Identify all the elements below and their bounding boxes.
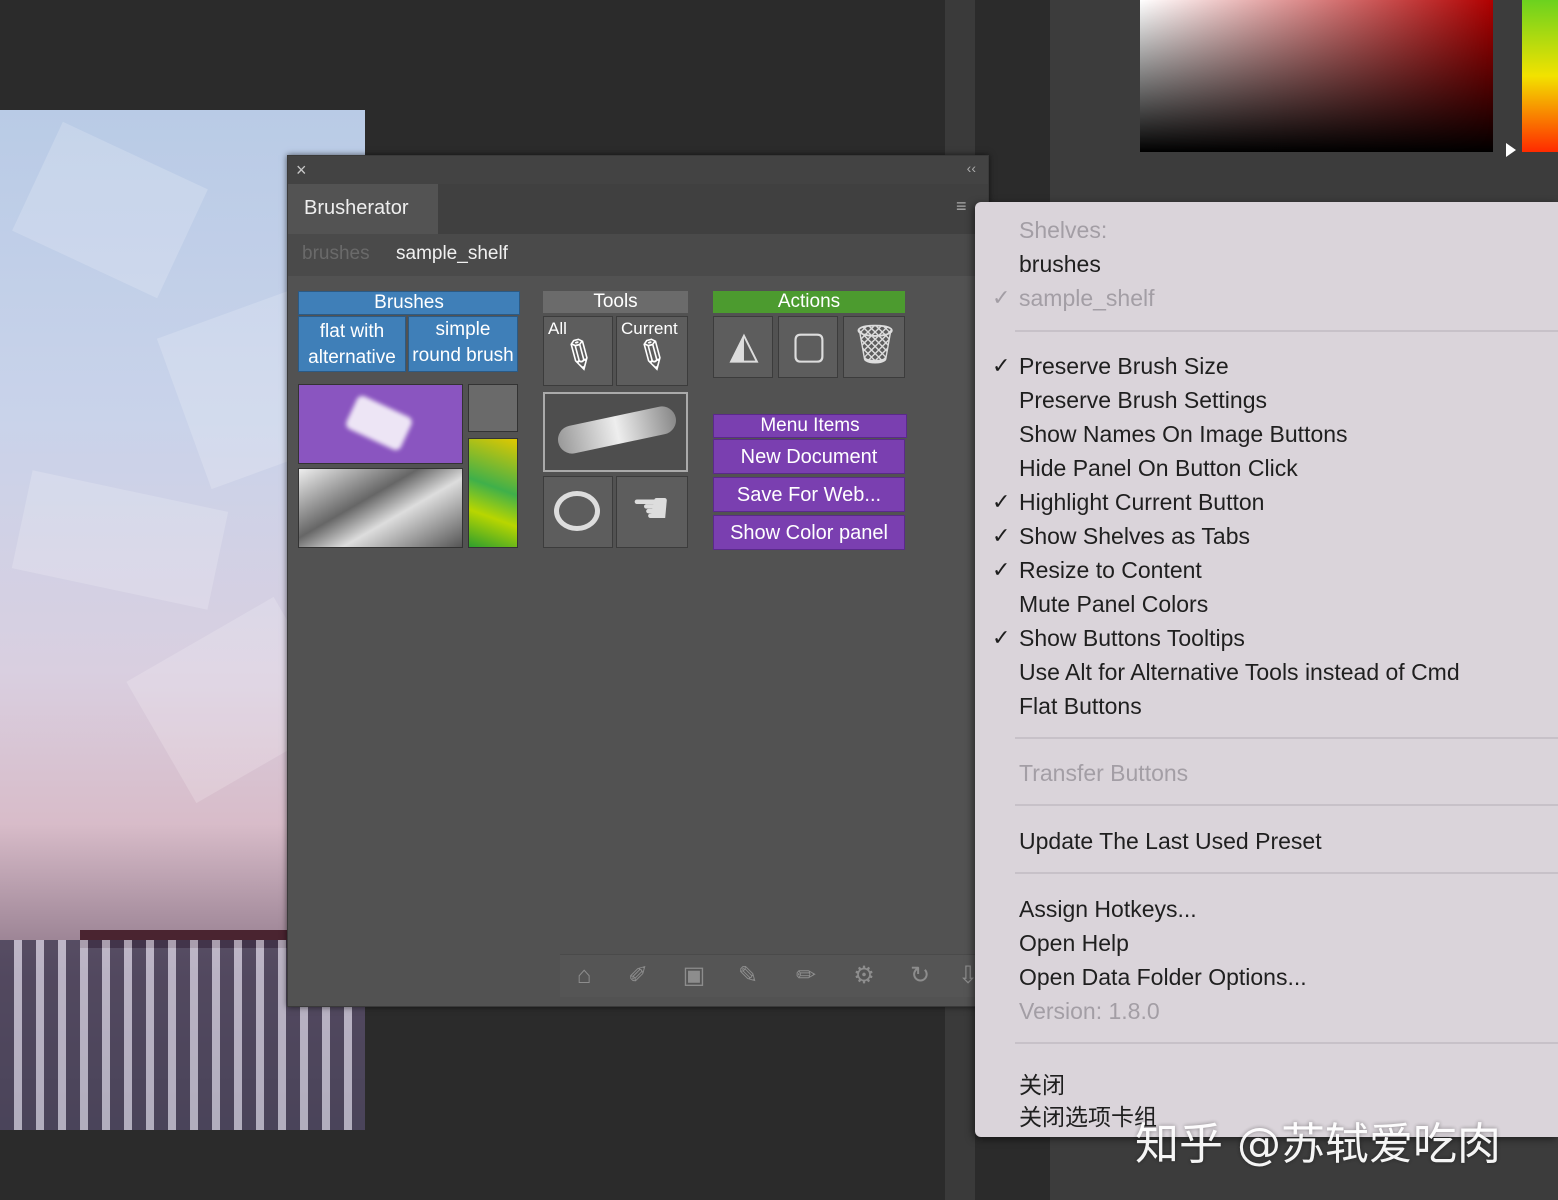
menu-separator xyxy=(1015,804,1558,806)
menu-item-open-data-folder[interactable]: Open Data Folder Options... xyxy=(1019,964,1307,991)
panel-flyout-menu: Shelves: brushes ✓ sample_shelf ✓ Preser… xyxy=(975,202,1558,1137)
panel-tab-bar: Brusherator ≡ xyxy=(288,184,988,234)
tag-icon[interactable]: ⌂ xyxy=(568,961,600,991)
menu-item-update-preset[interactable]: Update The Last Used Preset xyxy=(1019,828,1322,855)
tab-brusherator[interactable]: Brusherator xyxy=(288,184,438,234)
menu-button-save-for-web[interactable]: Save For Web... xyxy=(713,477,905,512)
menu-item-use-alt[interactable]: Use Alt for Alternative Tools instead of… xyxy=(1019,659,1460,686)
smudge-icon: ☚ xyxy=(631,484,671,533)
check-icon: ✓ xyxy=(992,353,1011,378)
pencil-icon[interactable]: ✎ xyxy=(732,961,764,991)
menu-separator xyxy=(1015,872,1558,874)
check-icon: ✓ xyxy=(992,557,1011,582)
menu-heading-shelves: Shelves: xyxy=(1019,217,1108,243)
group-header-menu-items[interactable]: Menu Items xyxy=(713,414,907,438)
panel-menu-icon[interactable]: ≡ xyxy=(956,197,974,215)
tool-button-current[interactable]: Current ✎ xyxy=(616,316,688,386)
menu-item-mute-panel-colors[interactable]: Mute Panel Colors xyxy=(1019,591,1208,618)
brush-thumbnail-purple[interactable] xyxy=(298,384,463,464)
check-icon: ✓ xyxy=(992,625,1011,650)
menu-item-hide-panel[interactable]: Hide Panel On Button Click xyxy=(1019,455,1298,482)
action-delete-button[interactable]: 🗑 xyxy=(843,316,905,378)
brush-thumbnail-color[interactable] xyxy=(468,438,518,548)
panel-bottom-toolbar: ⌂ ✐ ▣ ✎ ✏ ⚙ ↻ ⇩ xyxy=(560,954,988,997)
action-new-layer-button[interactable]: ▢ xyxy=(778,316,838,378)
shelf-tab-sample-shelf[interactable]: sample_shelf xyxy=(396,243,508,265)
menu-item-assign-hotkeys[interactable]: Assign Hotkeys... xyxy=(1019,896,1197,923)
brush-button-simple-round[interactable]: simple round brush xyxy=(408,316,518,372)
tool-button-all[interactable]: All ✎ xyxy=(543,316,613,386)
brush-thumbnail-strokes[interactable] xyxy=(298,468,463,548)
check-icon: ✓ xyxy=(992,523,1011,548)
menu-item-shelf-brushes[interactable]: brushes xyxy=(1019,251,1101,278)
new-page-icon: ▢ xyxy=(791,325,827,367)
menu-item-show-names[interactable]: Show Names On Image Buttons xyxy=(1019,421,1348,448)
menu-item-close[interactable]: 关闭 xyxy=(1019,1066,1065,1100)
menu-button-new-document[interactable]: New Document xyxy=(713,439,905,474)
menu-item-open-help[interactable]: Open Help xyxy=(1019,930,1129,957)
color-picker-field[interactable] xyxy=(1140,0,1493,152)
action-flip-button[interactable]: ◭ xyxy=(713,316,773,378)
shelf-tab-brushes[interactable]: brushes xyxy=(302,243,370,265)
menu-item-resize-to-content[interactable]: Resize to Content xyxy=(1019,557,1202,584)
group-header-tools[interactable]: Tools xyxy=(543,291,688,313)
group-header-brushes[interactable]: Brushes xyxy=(298,291,520,315)
menu-item-shelves-as-tabs[interactable]: Show Shelves as Tabs xyxy=(1019,523,1250,550)
menu-item-shelf-sample: sample_shelf xyxy=(1019,285,1155,311)
eraser-icon[interactable]: ✏ xyxy=(790,961,822,991)
menu-separator xyxy=(1015,1042,1558,1044)
gear-icon[interactable]: ⚙ xyxy=(848,961,880,991)
brush-thumbnail-noise[interactable] xyxy=(468,384,518,432)
menu-item-flat-buttons[interactable]: Flat Buttons xyxy=(1019,693,1142,720)
brush-thumbnail-stroke-large[interactable] xyxy=(543,392,688,472)
close-icon[interactable]: × xyxy=(296,160,307,180)
menu-item-transfer-buttons: Transfer Buttons xyxy=(1019,760,1189,786)
menu-separator xyxy=(1015,737,1558,739)
brusherator-panel: × ‹‹ Brusherator ≡ brushes sample_shelf … xyxy=(287,155,989,1007)
flip-icon: ◭ xyxy=(729,325,759,367)
trash-icon: 🗑 xyxy=(850,324,900,366)
image-icon[interactable]: ▣ xyxy=(678,961,710,991)
shelf-tabs: brushes sample_shelf xyxy=(288,234,988,276)
menu-item-preserve-brush-size[interactable]: Preserve Brush Size xyxy=(1019,353,1229,380)
check-icon: ✓ xyxy=(992,489,1011,514)
menu-button-show-color-panel[interactable]: Show Color panel xyxy=(713,515,905,550)
hue-pointer-icon[interactable] xyxy=(1506,143,1516,157)
group-header-actions[interactable]: Actions xyxy=(713,291,905,313)
check-icon: ✓ xyxy=(992,285,1011,310)
menu-version: Version: 1.8.0 xyxy=(1019,998,1160,1024)
tool-label-all: All xyxy=(548,319,567,338)
menu-item-show-tooltips[interactable]: Show Buttons Tooltips xyxy=(1019,625,1245,652)
hue-slider[interactable] xyxy=(1522,0,1558,152)
menu-item-preserve-brush-settings[interactable]: Preserve Brush Settings xyxy=(1019,387,1267,414)
collapse-icon[interactable]: ‹‹ xyxy=(967,160,976,176)
brush-thumbnail-circle[interactable] xyxy=(543,476,613,548)
brush-button-flat[interactable]: flat with alternative xyxy=(298,316,406,372)
brush-thumbnail-smudge[interactable]: ☚ xyxy=(616,476,688,548)
brush-edit-icon[interactable]: ✐ xyxy=(622,961,654,991)
menu-separator xyxy=(1015,330,1558,332)
panel-titlebar: × ‹‹ xyxy=(288,156,988,184)
refresh-icon[interactable]: ↻ xyxy=(904,961,936,991)
menu-item-highlight-current[interactable]: Highlight Current Button xyxy=(1019,489,1264,516)
watermark: 知乎 @苏轼爱吃肉 xyxy=(1135,1119,1501,1170)
